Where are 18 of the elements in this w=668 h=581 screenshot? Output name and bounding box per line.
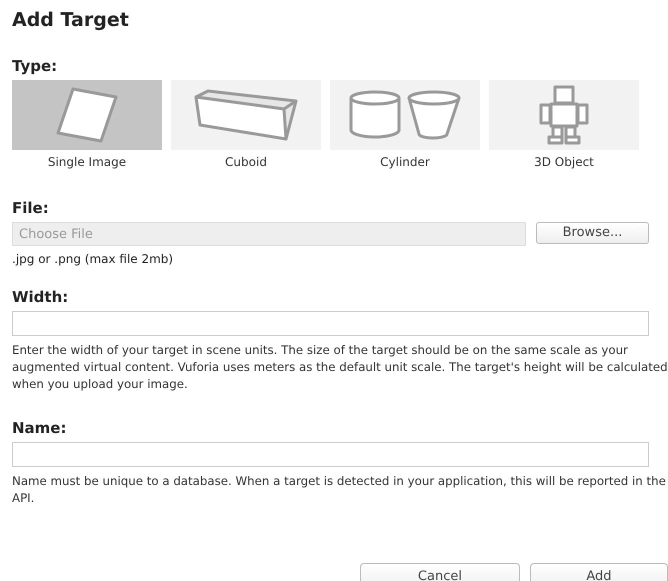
dialog-title: Add Target	[12, 8, 130, 33]
robot-icon	[537, 85, 591, 145]
help-text: Enter the width of your target in scene units. The size of the target should be on the same scale as your augmented virtual content. Vuforia uses meters as the default unit scale. The target's height will be calculated when you upload your image.	[12, 342, 668, 393]
file-hint: .jpg or .png (max file 2mb)	[12, 251, 174, 268]
box-icon	[194, 89, 298, 141]
field-label: File:	[12, 198, 50, 218]
field-label: Type:	[12, 56, 58, 76]
text-field[interactable]	[12, 442, 649, 467]
help-text: Name must be unique to a database. When a target is detected in your application, this will be reported in the API.	[12, 473, 667, 507]
field-label: Name:	[12, 418, 68, 438]
cylinder-and-cup-icon	[349, 90, 461, 140]
cancel-button[interactable]: Cancel	[360, 563, 520, 581]
add-button[interactable]: Add	[530, 563, 668, 581]
field-label: Width:	[12, 287, 70, 307]
plane-icon	[56, 87, 118, 143]
text-field[interactable]	[12, 311, 649, 336]
browse-button[interactable]: Browse...	[536, 222, 649, 244]
file-field[interactable]: Choose File	[12, 222, 526, 246]
